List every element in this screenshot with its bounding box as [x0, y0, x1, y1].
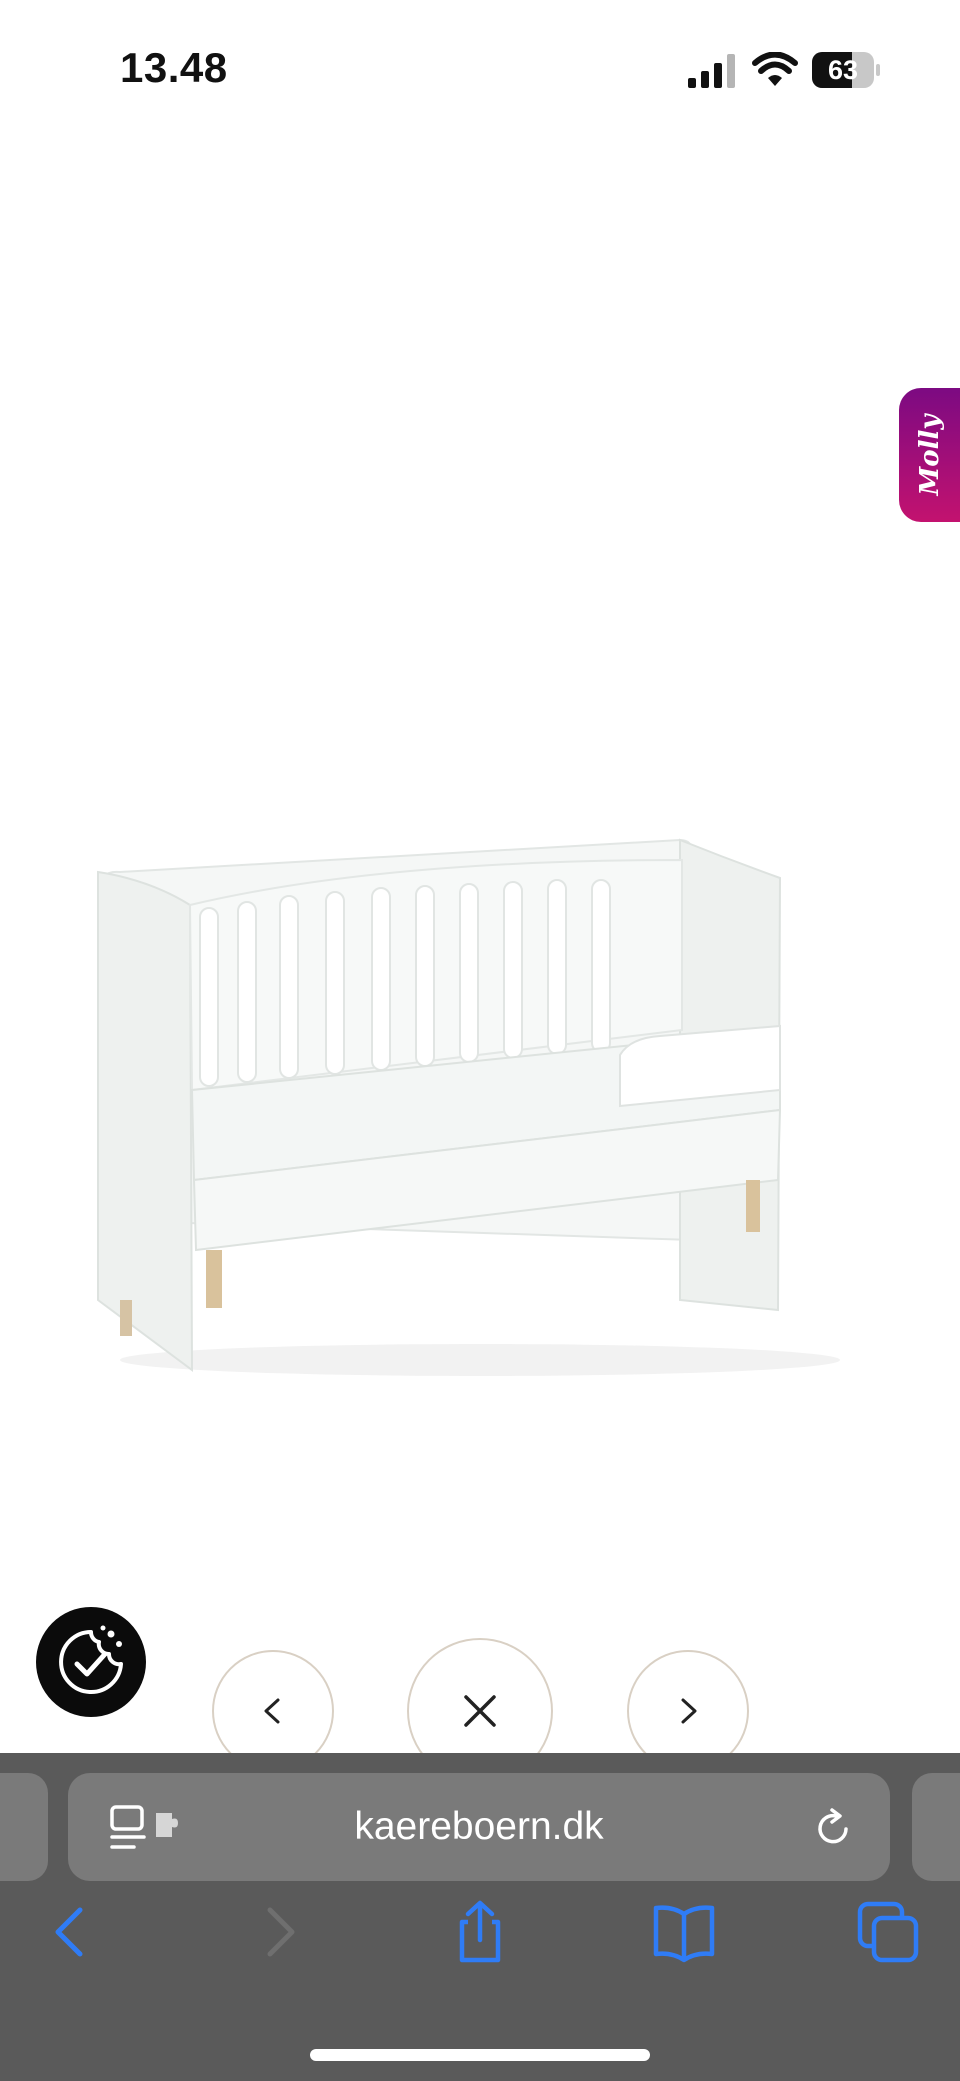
url-text[interactable]: kaereboern.dk — [68, 1773, 890, 1881]
molly-tab-label: Molly — [914, 414, 945, 496]
molly-chat-tab[interactable]: Molly — [899, 388, 960, 522]
status-time: 13.48 — [120, 44, 228, 91]
close-icon — [464, 1695, 496, 1727]
next-tab-preview[interactable] — [912, 1773, 960, 1881]
forward-icon[interactable] — [246, 1900, 310, 1964]
wifi-icon — [752, 52, 798, 86]
previous-tab-preview[interactable] — [0, 1773, 48, 1881]
image-lightbox — [0, 140, 960, 1784]
chevron-right-icon — [681, 1698, 697, 1724]
battery-level: 63 — [827, 55, 859, 85]
reload-icon[interactable] — [814, 1807, 854, 1849]
home-indicator[interactable] — [310, 2049, 650, 2061]
tabs-icon[interactable] — [856, 1900, 920, 1964]
back-icon[interactable] — [40, 1900, 104, 1964]
chevron-left-icon — [264, 1698, 280, 1724]
product-image — [96, 838, 840, 1376]
cookie-consent-icon — [59, 1625, 123, 1694]
bookmarks-icon[interactable] — [652, 1900, 716, 1964]
status-bar: 13.48 63 — [0, 0, 960, 140]
cookie-consent-button[interactable] — [36, 1607, 146, 1717]
address-bar[interactable]: kaereboern.dk — [68, 1773, 890, 1881]
signal-icon — [688, 54, 735, 88]
share-icon[interactable] — [448, 1900, 512, 1964]
